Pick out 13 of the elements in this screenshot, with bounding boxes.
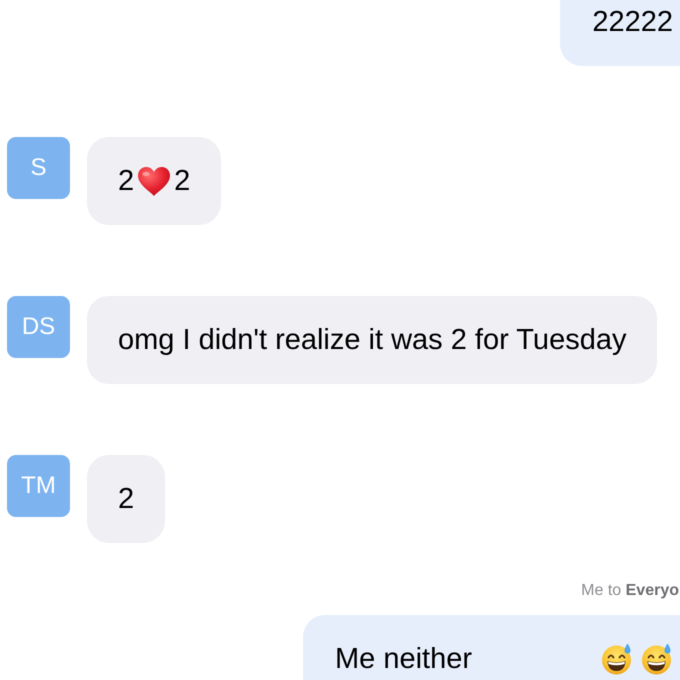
message-text: 2 [118, 482, 134, 516]
avatar: DS [7, 296, 70, 358]
grinning-face-with-sweat-icon [641, 643, 673, 675]
sender-line: Me to Everyo [581, 581, 680, 601]
message-text: 2 [118, 164, 134, 198]
avatar: S [7, 137, 70, 199]
heart-icon [138, 166, 170, 196]
message-text: 2 [174, 164, 190, 198]
grinning-face-with-sweat-icon [601, 643, 633, 675]
avatar: TM [7, 455, 70, 517]
message-text: 22222 [592, 5, 673, 39]
message-text: Me neither [335, 642, 472, 676]
message-text: omg I didn't realize it was 2 for Tuesday [118, 323, 626, 357]
